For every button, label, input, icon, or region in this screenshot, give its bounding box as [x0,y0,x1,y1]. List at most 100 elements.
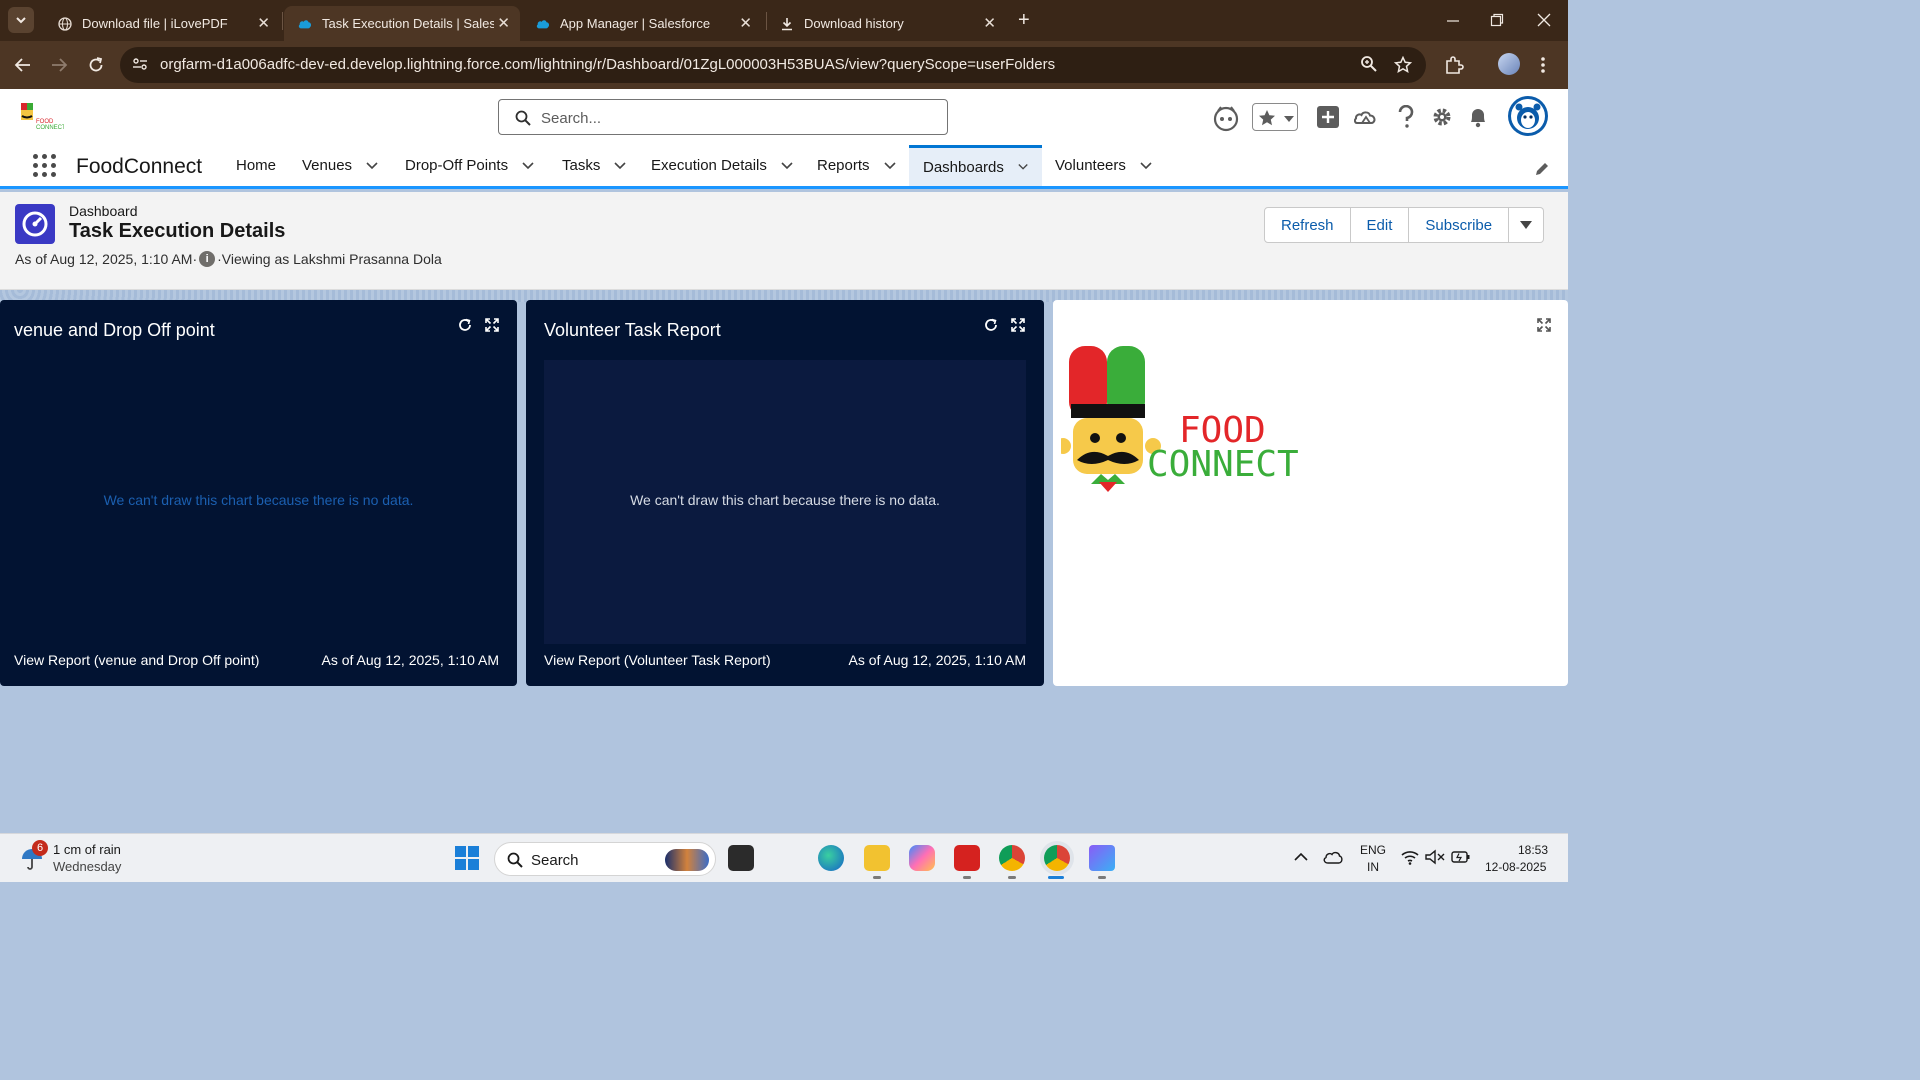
widget-refresh-icon[interactable] [458,318,472,332]
app-running-indicator [963,876,971,879]
taskbar-search[interactable]: Search [494,842,716,876]
view-report-link[interactable]: View Report (Volunteer Task Report) [544,652,771,668]
file-explorer-icon[interactable] [864,845,890,871]
forward-arrow-icon[interactable] [50,56,68,74]
nav-item-dashboards[interactable]: Dashboards [909,145,1042,186]
bookmark-star-icon[interactable] [1394,56,1412,74]
extensions-icon[interactable] [1444,55,1464,75]
more-vertical-icon[interactable] [1540,56,1546,74]
tab-title: Download file | iLovePDF [82,16,228,31]
org-logo[interactable]: FOOD CONNECT [18,101,64,131]
favorites-list-chevron-icon[interactable] [1283,115,1295,123]
photos-app-icon[interactable] [1089,845,1115,871]
zoom-icon[interactable] [1360,55,1378,73]
setup-gear-icon[interactable] [1431,106,1453,128]
chevron-down-icon[interactable] [883,161,896,170]
favorites-star-icon[interactable] [1257,108,1277,128]
wifi-icon[interactable] [1401,849,1419,865]
chevron-down-icon[interactable] [1140,161,1152,170]
edit-button[interactable]: Edit [1350,207,1410,243]
info-icon[interactable]: i [199,251,216,267]
task-view-icon[interactable] [728,845,754,871]
address-field[interactable]: orgfarm-d1a006adfc-dev-ed.develop.lightn… [120,47,1426,83]
widget-expand-icon[interactable] [1537,318,1551,332]
browser-tab-ilovepdf[interactable]: Download file | iLovePDF ✕ [44,6,280,41]
volume-muted-icon[interactable] [1425,849,1445,865]
chrome-active-icon[interactable] [1044,845,1070,871]
battery-charging-icon[interactable] [1451,850,1471,864]
browser-tab-download-history[interactable]: Download history ✕ [766,6,1006,41]
tab-title: App Manager | Salesforce [560,16,711,31]
edge-browser-icon[interactable] [818,845,844,871]
close-tab-icon[interactable]: ✕ [257,14,270,32]
dashboard-widget-volunteer-task: Volunteer Task Report We can't draw this… [526,300,1044,686]
refresh-button[interactable]: Refresh [1264,207,1351,243]
minimize-icon[interactable] [1446,14,1460,28]
clock-time[interactable]: 18:53 [1518,843,1548,857]
svg-text:CONNECT: CONNECT [36,125,64,131]
tab-search-button[interactable] [8,7,34,33]
nav-item-execution-details[interactable]: Execution Details [637,145,807,186]
chevron-down-icon[interactable] [522,161,534,170]
chevron-down-icon[interactable] [614,161,626,170]
url-text: orgfarm-d1a006adfc-dev-ed.develop.lightn… [160,56,1056,73]
widget-expand-icon[interactable] [485,318,499,332]
tab-title: Download history [804,16,904,31]
nav-item-tasks[interactable]: Tasks [548,145,640,186]
widget-expand-icon[interactable] [1011,318,1025,332]
close-tab-icon[interactable]: ✕ [739,14,752,32]
show-hidden-icons-chevron-icon[interactable] [1294,852,1308,862]
notifications-bell-icon[interactable] [1467,106,1489,128]
onedrive-cloud-icon[interactable] [1323,850,1343,864]
caret-down-icon [1520,221,1533,229]
reload-icon[interactable] [87,56,105,74]
app-active-indicator [1048,876,1064,879]
subscribe-button[interactable]: Subscribe [1409,207,1510,243]
salesforce-cloud-icon [536,19,550,28]
chevron-down-icon[interactable] [781,161,793,170]
user-avatar[interactable] [1508,96,1548,136]
help-question-icon[interactable] [1397,105,1415,129]
chevron-down-icon[interactable] [1018,163,1028,171]
global-search-input[interactable] [541,108,921,128]
nav-item-venues[interactable]: Venues [288,145,392,186]
edit-nav-pencil-icon[interactable] [1534,161,1550,177]
global-actions-plus-icon[interactable] [1317,106,1339,128]
nav-item-drop-off-points[interactable]: Drop-Off Points [391,145,548,186]
site-info-icon[interactable] [132,56,148,72]
nav-item-home[interactable]: Home [222,145,290,186]
trailhead-guidance-icon[interactable] [1354,106,1378,128]
close-tab-icon[interactable]: ✕ [983,14,996,32]
chrome-profile-1-icon[interactable] [999,845,1025,871]
no-data-message: We can't draw this chart because there i… [630,492,940,508]
page-title: Task Execution Details [69,220,286,242]
weather-summary[interactable]: 1 cm of rain [53,842,121,857]
app-running-indicator [1098,876,1106,879]
restore-icon[interactable] [1490,13,1504,27]
nav-item-label: Execution Details [651,157,767,174]
nav-item-volunteers[interactable]: Volunteers [1041,145,1166,186]
view-report-link[interactable]: View Report (venue and Drop Off point) [14,652,259,668]
nav-item-label: Dashboards [923,158,1004,176]
copilot-icon[interactable] [909,845,935,871]
chevron-down-icon[interactable] [366,161,378,170]
more-actions-button[interactable] [1509,207,1545,243]
windows-start-icon[interactable] [455,846,479,870]
close-window-icon[interactable] [1537,13,1551,27]
browser-tab-task-execution[interactable]: Task Execution Details | Salesfor ✕ [284,6,520,41]
einstein-agent-icon[interactable] [1212,104,1240,132]
nav-item-reports[interactable]: Reports [803,145,910,186]
back-arrow-icon[interactable] [14,56,32,74]
browser-tab-app-manager[interactable]: App Manager | Salesforce ✕ [522,6,762,41]
app-launcher-waffle-icon[interactable] [33,154,57,178]
browser-address-bar: orgfarm-d1a006adfc-dev-ed.develop.lightn… [0,41,1568,89]
app-running-indicator [1008,876,1016,879]
browser-tab-bar: Download file | iLovePDF ✕ Task Executio… [0,0,1568,41]
wps-office-icon[interactable] [954,845,980,871]
new-tab-button[interactable]: + [1018,9,1030,32]
widget-refresh-icon[interactable] [984,318,998,332]
global-search[interactable] [498,99,948,135]
close-tab-icon[interactable]: ✕ [497,14,510,32]
profile-avatar[interactable] [1498,53,1520,75]
input-language[interactable]: ENG [1360,843,1386,857]
